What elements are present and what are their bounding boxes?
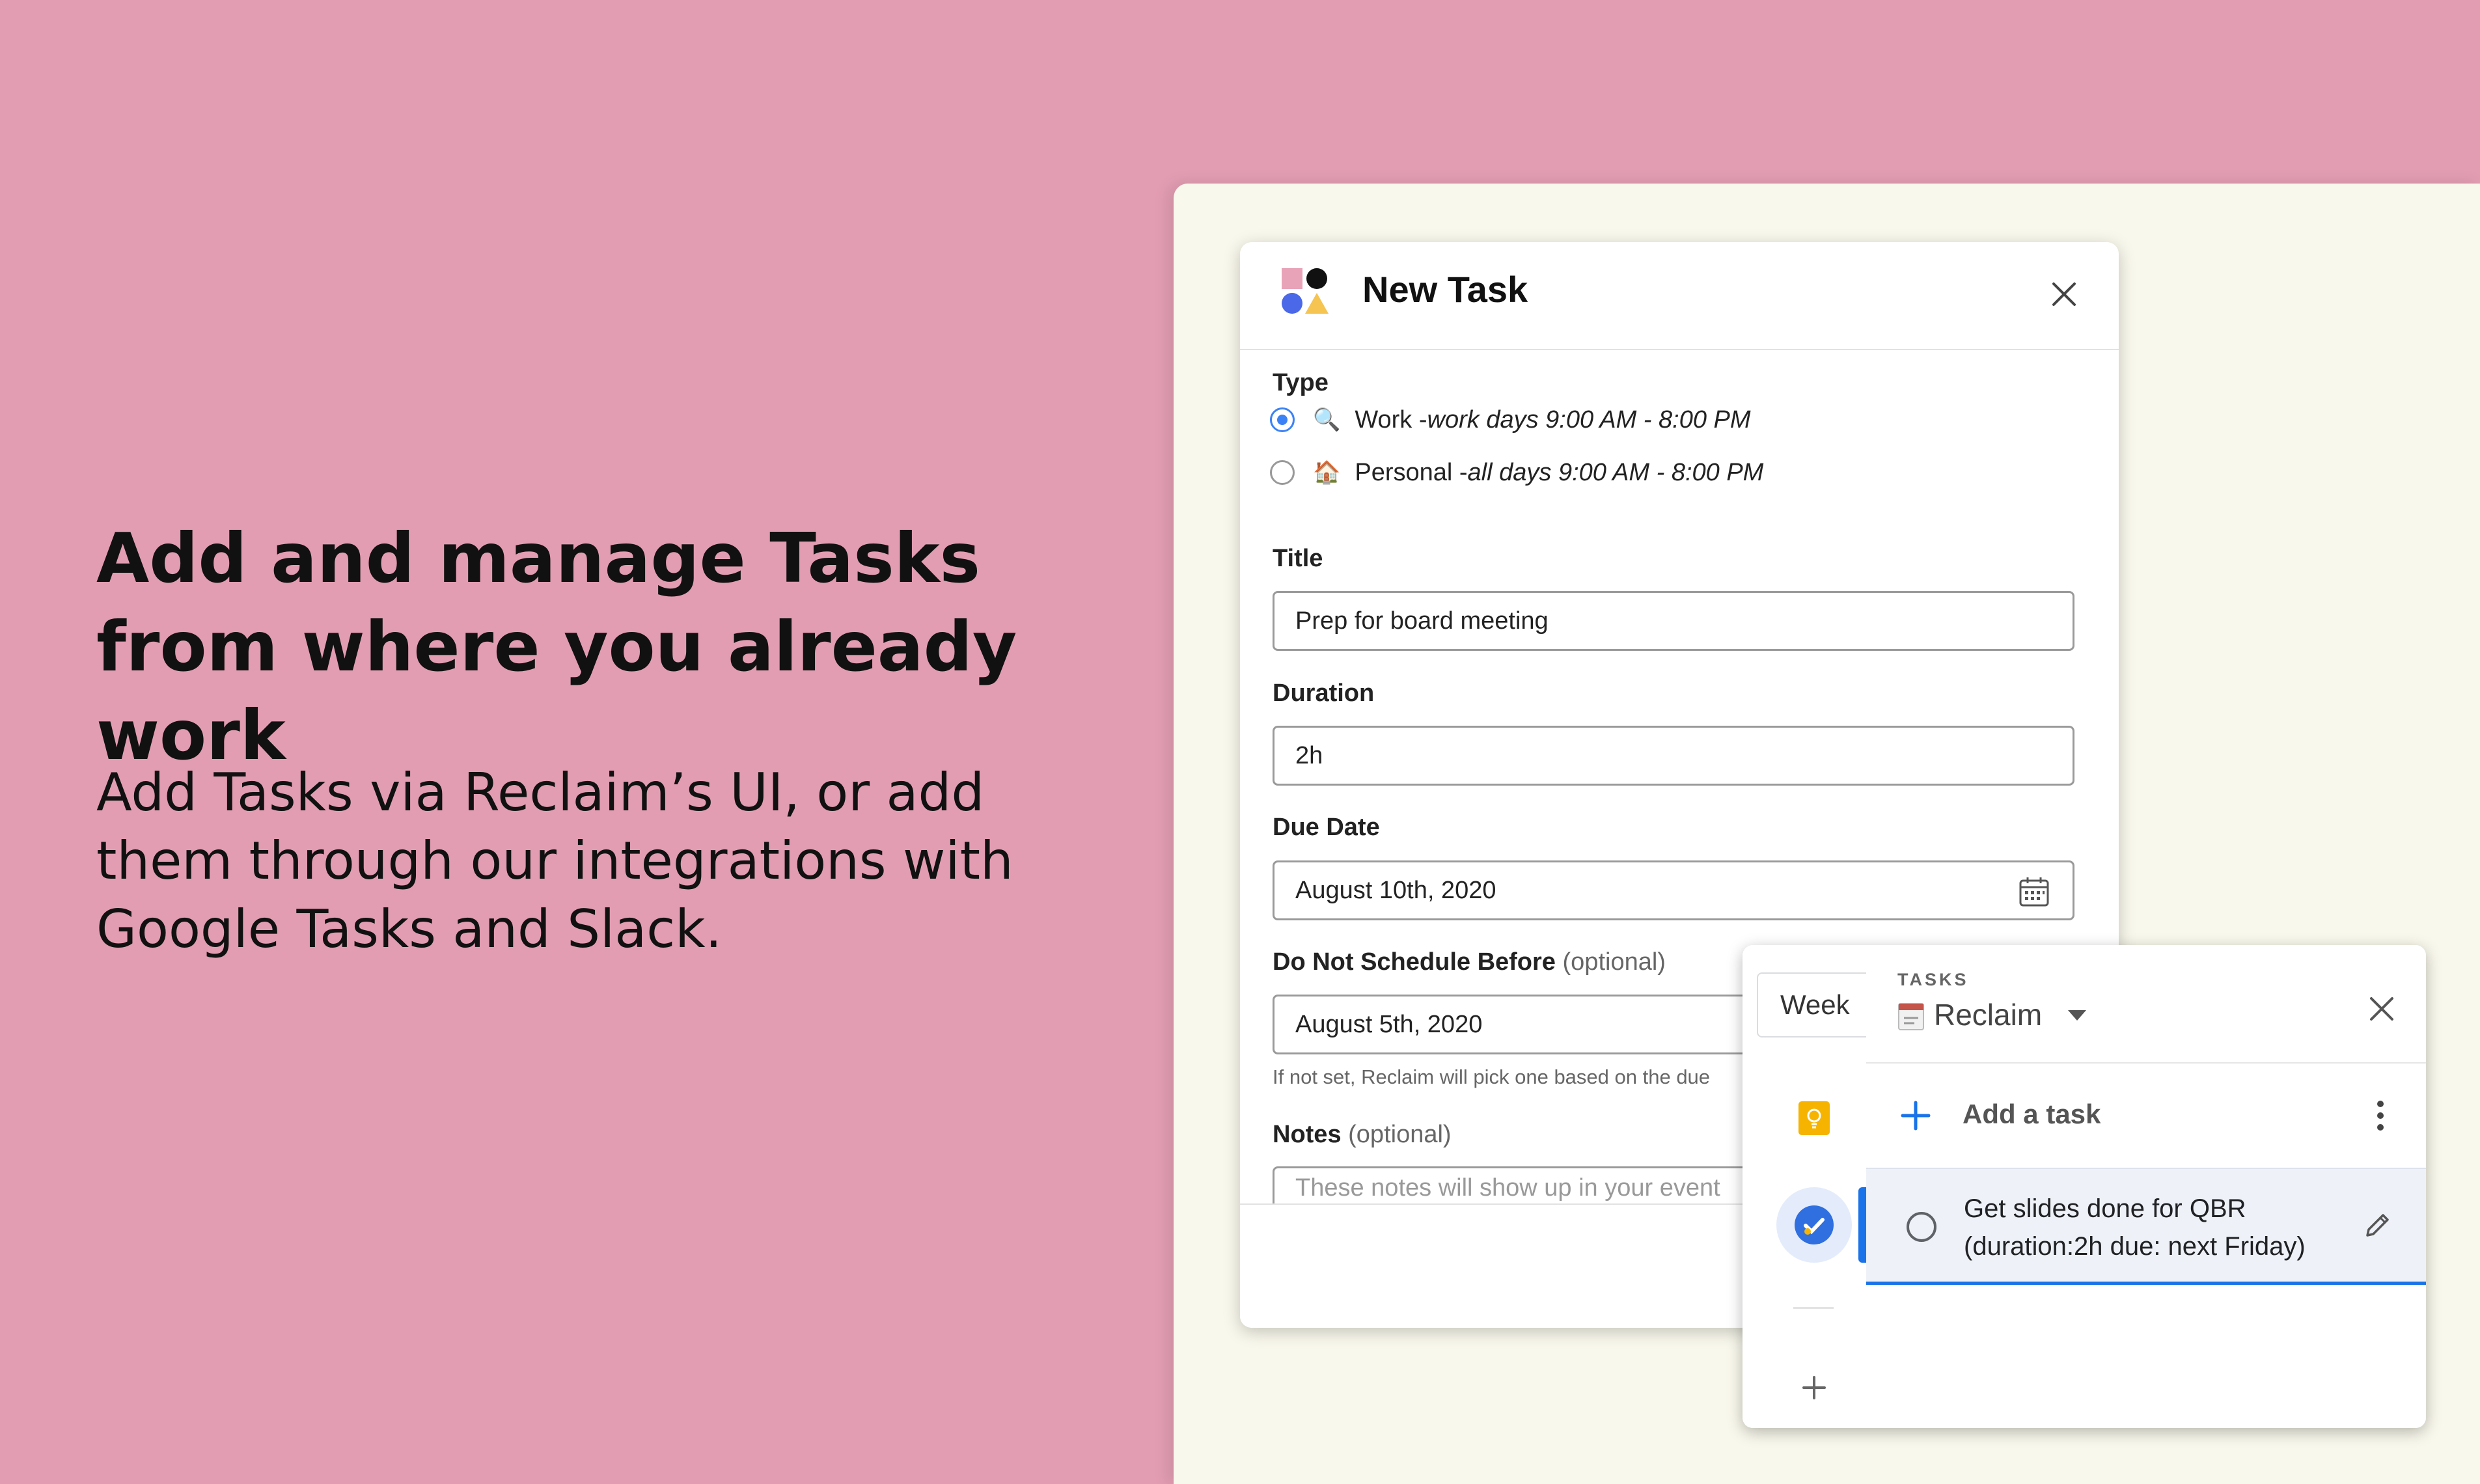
header-divider <box>1866 1062 2426 1064</box>
calendar-icon[interactable] <box>2018 875 2050 908</box>
task-details: (duration:2h due: next Friday) <box>1964 1232 2306 1261</box>
dnsb-hint: If not set, Reclaim will pick one based … <box>1273 1065 1711 1088</box>
edit-pencil-icon[interactable] <box>2361 1209 2393 1242</box>
google-tasks-window: Week TASKS Reclaim Add a task Get slides… <box>1743 945 2426 1428</box>
type-hours: work days 9:00 AM - 8:00 PM <box>1427 405 1751 433</box>
duration-label: Duration <box>1273 680 1375 707</box>
reclaim-logo-icon <box>1282 268 1329 314</box>
task-list-icon <box>1898 1003 1924 1030</box>
house-icon: 🏠 <box>1313 460 1341 486</box>
type-hours: all days 9:00 AM - 8:00 PM <box>1467 458 1764 486</box>
title-input[interactable]: Prep for board meeting <box>1273 591 2074 651</box>
optional-text: (optional) <box>1348 1121 1452 1148</box>
task-title: Get slides done for QBR <box>1964 1194 2246 1223</box>
tasks-header-label: TASKS <box>1897 970 1969 989</box>
chevron-down-icon[interactable] <box>2067 1009 2087 1022</box>
tasks-icon <box>1795 1205 1834 1244</box>
notes-label-text: Notes <box>1273 1121 1342 1148</box>
task-text: Get slides done for QBR (duration:2h due… <box>1964 1190 2328 1265</box>
title-label: Title <box>1273 545 1323 572</box>
add-task-plus-icon[interactable] <box>1899 1099 1933 1133</box>
due-date-label: Due Date <box>1273 814 1380 841</box>
dnsb-label-text: Do Not Schedule Before <box>1273 948 1556 976</box>
type-name: Work - <box>1355 405 1427 433</box>
type-option-work[interactable]: 🔍 Work - work days 9:00 AM - 8:00 PM <box>1270 402 1751 438</box>
radio-unselected[interactable] <box>1270 460 1295 485</box>
magnifier-icon: 🔍 <box>1313 407 1341 433</box>
type-label: Type <box>1273 369 1329 396</box>
add-task-button[interactable]: Add a task <box>1963 1099 2101 1130</box>
type-option-personal[interactable]: 🏠 Personal - all days 9:00 AM - 8:00 PM <box>1270 454 1763 491</box>
dialog-title: New Task <box>1362 269 1528 310</box>
duration-input[interactable]: 2h <box>1273 726 2074 786</box>
due-date-value: August 10th, 2020 <box>1295 877 1496 904</box>
tasks-panel: TASKS Reclaim Add a task Get slides done… <box>1866 945 2426 1428</box>
hero-subtext: Add Tasks via Reclaim’s UI, or add them … <box>96 762 1013 959</box>
task-complete-checkbox[interactable] <box>1907 1212 1936 1242</box>
close-icon[interactable] <box>2365 992 2399 1026</box>
radio-selected[interactable] <box>1270 407 1295 432</box>
dialog-header: New Task <box>1240 242 2119 350</box>
rail-divider <box>1793 1307 1834 1309</box>
active-indicator <box>1858 1187 1866 1263</box>
due-date-input[interactable]: August 10th, 2020 <box>1273 860 2074 920</box>
keep-icon[interactable] <box>1796 1100 1832 1136</box>
hero-headline: Add and manage Tasks from where you alre… <box>96 519 1017 775</box>
optional-text: (optional) <box>1562 948 1666 976</box>
type-name: Personal - <box>1355 458 1468 486</box>
do-not-schedule-before-label: Do Not Schedule Before (optional) <box>1273 948 1666 976</box>
notes-label: Notes (optional) <box>1273 1121 1452 1149</box>
tasks-app-button[interactable] <box>1776 1187 1852 1263</box>
task-item[interactable]: Get slides done for QBR (duration:2h due… <box>1866 1168 2426 1285</box>
plus-icon[interactable] <box>1798 1372 1830 1403</box>
more-vert-icon[interactable] <box>2370 1096 2391 1135</box>
close-icon[interactable] <box>2046 276 2082 312</box>
task-list-selector[interactable]: Reclaim <box>1934 997 2042 1032</box>
